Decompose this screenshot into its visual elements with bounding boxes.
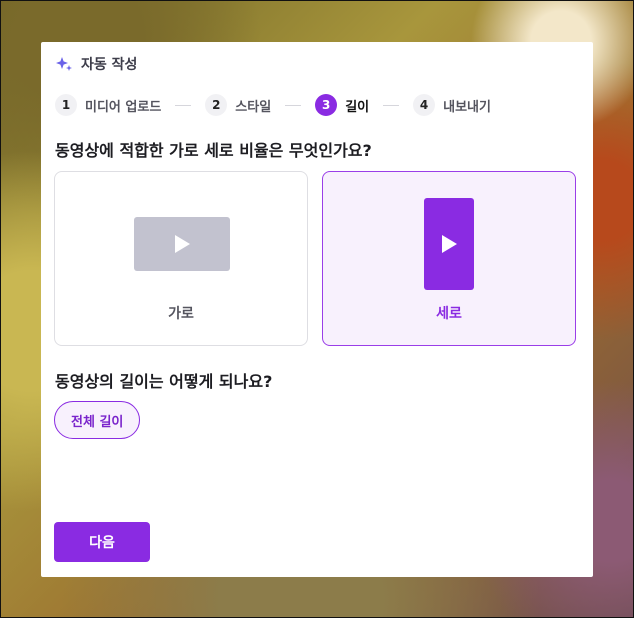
background: 자동 작성 1 미디어 업로드 2 스타일 3 길이 4 내보내기 동영상에 적… xyxy=(0,0,634,618)
stepper: 1 미디어 업로드 2 스타일 3 길이 4 내보내기 xyxy=(55,93,491,117)
step-label: 내보내기 xyxy=(443,99,491,115)
step-export[interactable]: 4 내보내기 xyxy=(413,94,491,116)
step-number: 3 xyxy=(315,94,338,116)
landscape-thumbnail xyxy=(134,217,230,271)
dialog-header: 자동 작성 xyxy=(55,54,137,74)
full-length-option[interactable]: 전체 길이 xyxy=(54,401,141,439)
step-number: 1 xyxy=(55,94,77,116)
sparkle-icon xyxy=(56,57,72,71)
step-label: 스타일 xyxy=(235,99,272,115)
portrait-thumbnail xyxy=(424,198,474,290)
portrait-label: 세로 xyxy=(436,306,462,322)
landscape-option[interactable]: 가로 xyxy=(54,171,308,346)
landscape-label: 가로 xyxy=(168,306,194,322)
step-divider xyxy=(383,104,400,106)
next-button[interactable]: 다음 xyxy=(54,522,150,562)
step-divider xyxy=(285,104,302,106)
dialog-title: 자동 작성 xyxy=(81,57,138,73)
step-number: 4 xyxy=(413,94,436,116)
step-divider xyxy=(175,104,192,106)
step-upload[interactable]: 1 미디어 업로드 xyxy=(55,94,161,116)
step-label: 길이 xyxy=(345,99,370,115)
aspect-question: 동영상에 적합한 가로 세로 비율은 무엇인가요? xyxy=(55,141,372,160)
length-question: 동영상의 길이는 어떻게 되나요? xyxy=(55,372,273,391)
step-style[interactable]: 2 스타일 xyxy=(205,94,271,116)
step-number: 2 xyxy=(205,94,228,116)
play-icon xyxy=(442,235,457,253)
step-label: 미디어 업로드 xyxy=(85,99,162,115)
auto-create-dialog: 자동 작성 1 미디어 업로드 2 스타일 3 길이 4 내보내기 동영상에 적… xyxy=(41,42,593,577)
portrait-option[interactable]: 세로 xyxy=(322,171,576,346)
step-length[interactable]: 3 길이 xyxy=(315,94,369,116)
play-icon xyxy=(175,235,190,253)
